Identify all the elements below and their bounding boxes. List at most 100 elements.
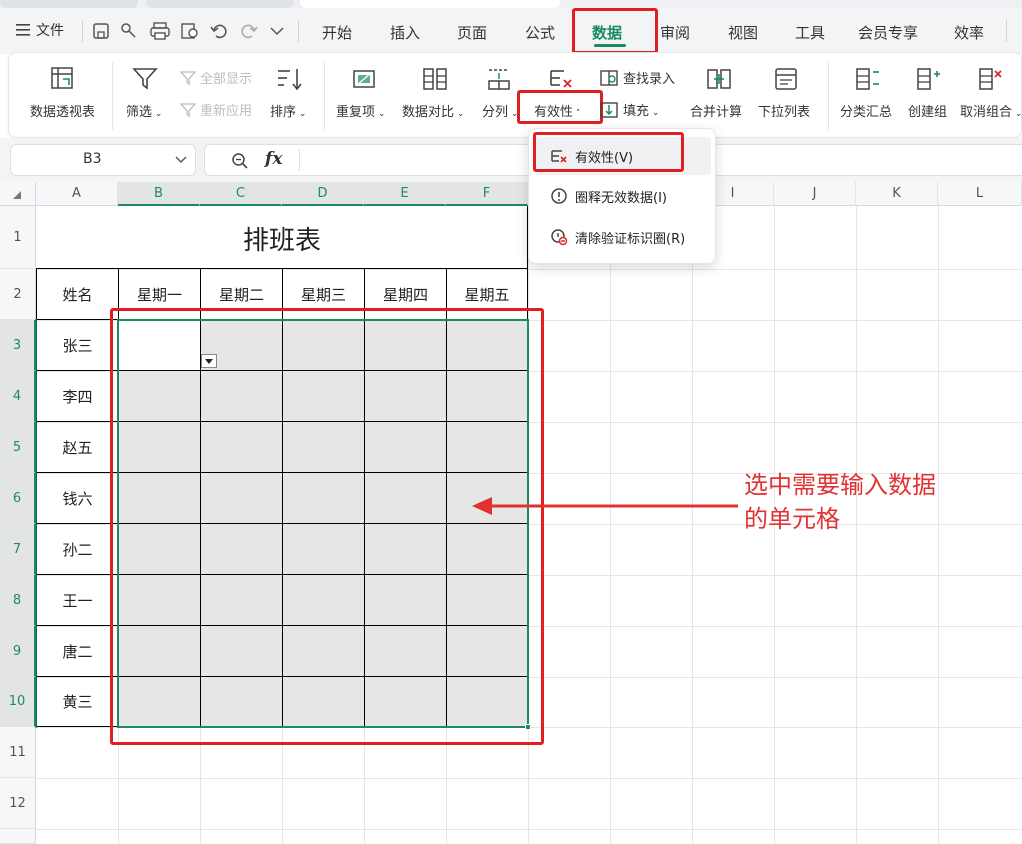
pivot-table-button[interactable]: 数据透视表: [28, 62, 100, 122]
sort-icon: [278, 69, 302, 91]
duplicates-label: 重复项 ⌄: [336, 105, 386, 120]
row-header[interactable]: 6: [0, 473, 36, 524]
filter-button[interactable]: 筛选 ⌄: [124, 62, 168, 122]
column-header-l[interactable]: L: [938, 182, 1022, 206]
ungroup-button[interactable]: 取消组合 ⌄: [960, 62, 1022, 122]
row-header[interactable]: 9: [0, 626, 36, 677]
compare-button[interactable]: 数据对比 ⌄: [402, 62, 472, 122]
cell-reference: B3: [83, 151, 102, 167]
name-cell[interactable]: 李四: [37, 372, 118, 421]
tab-home[interactable]: 开始: [322, 22, 352, 43]
row-header[interactable]: 4: [0, 371, 36, 422]
name-cell[interactable]: 黄三: [37, 677, 118, 726]
sort-label: 排序 ⌄: [270, 105, 307, 120]
funnel-refresh-icon: [180, 102, 196, 118]
row-header[interactable]: 11: [0, 727, 36, 778]
find-entry-button[interactable]: 查找录入: [600, 68, 675, 87]
name-box[interactable]: B3: [10, 144, 196, 176]
compare-icon: [423, 68, 447, 90]
fx-icon[interactable]: fx: [265, 149, 282, 169]
name-cell[interactable]: 王一: [37, 576, 118, 625]
consolidate-button[interactable]: 合并计算: [690, 62, 750, 122]
menu-item-circle-invalid[interactable]: 圈释无效数据(I): [535, 177, 711, 215]
grid-line: [36, 778, 1022, 779]
name-cell[interactable]: 张三: [37, 321, 118, 370]
row-header[interactable]: [0, 829, 36, 844]
name-cell[interactable]: 钱六: [37, 474, 118, 523]
row-header[interactable]: 12: [0, 778, 36, 829]
column-header-e[interactable]: E: [364, 182, 446, 206]
pivot-table-icon: [51, 67, 73, 89]
find-entry-icon: [600, 69, 618, 86]
chevron-down-icon[interactable]: [175, 156, 187, 164]
row-header[interactable]: 7: [0, 524, 36, 575]
tab-review[interactable]: 审阅: [660, 22, 690, 43]
column-header-c[interactable]: C: [200, 182, 282, 206]
row-header[interactable]: 5: [0, 422, 36, 473]
column-header-f[interactable]: F: [446, 182, 528, 206]
tab-formula[interactable]: 公式: [525, 22, 555, 43]
tab-member[interactable]: 会员专享: [858, 22, 918, 43]
divider: [1006, 20, 1007, 42]
split-label: 分列 ⌄: [482, 105, 519, 120]
window-tab[interactable]: [146, 0, 294, 8]
show-all-label: 全部显示: [200, 72, 253, 87]
fill-button[interactable]: 填充 ⌄: [600, 100, 659, 119]
column-header-b[interactable]: B: [118, 182, 200, 206]
save-icon[interactable]: [92, 22, 110, 40]
select-all-corner[interactable]: [0, 182, 36, 206]
tab-insert[interactable]: 插入: [390, 22, 420, 43]
row-header[interactable]: 8: [0, 575, 36, 626]
header-cell-name[interactable]: 姓名: [37, 270, 118, 319]
show-all-button[interactable]: 全部显示: [180, 68, 252, 87]
column-header-d[interactable]: D: [282, 182, 364, 206]
file-menu[interactable]: 文件: [16, 20, 64, 40]
clear-circle-icon: [549, 227, 569, 247]
tab-view[interactable]: 视图: [728, 22, 758, 43]
fill-down-icon: [600, 101, 618, 118]
chevron-down-icon[interactable]: [270, 26, 284, 36]
menu-item-clear-circles[interactable]: 清除验证标识圈(R): [535, 218, 711, 256]
tab-tools[interactable]: 工具: [795, 22, 825, 43]
grid-line: [36, 829, 1022, 830]
row-header[interactable]: 10: [0, 677, 36, 727]
print-icon[interactable]: [150, 22, 170, 40]
format-painter-icon[interactable]: [120, 22, 138, 40]
filter-label: 筛选 ⌄: [126, 105, 163, 120]
column-header-k[interactable]: K: [856, 182, 938, 206]
tab-page[interactable]: 页面: [457, 22, 487, 43]
window-tab-active[interactable]: [300, 0, 560, 8]
print-preview-icon[interactable]: [180, 22, 200, 40]
zoom-search-icon[interactable]: [231, 152, 249, 170]
consolidate-label: 合并计算: [690, 105, 743, 120]
row-header[interactable]: 1: [0, 206, 36, 269]
group-button[interactable]: 创建组: [906, 62, 952, 122]
reapply-button[interactable]: 重新应用: [180, 100, 252, 119]
name-cell[interactable]: 唐二: [37, 627, 118, 676]
grid-line: [938, 206, 939, 844]
consolidate-icon: [707, 69, 731, 89]
column-header-j[interactable]: J: [774, 182, 856, 206]
row-header[interactable]: 3: [0, 320, 36, 371]
name-cell[interactable]: 赵五: [37, 423, 118, 472]
dropdown-list-button[interactable]: 下拉列表: [756, 62, 816, 122]
divider: [299, 149, 300, 171]
split-button[interactable]: 分列 ⌄: [480, 62, 520, 122]
funnel-icon: [132, 68, 158, 90]
window-tab[interactable]: [0, 0, 138, 8]
duplicates-button[interactable]: 重复项 ⌄: [336, 62, 392, 122]
hamburger-icon: [16, 24, 30, 36]
row-header[interactable]: 2: [0, 269, 36, 320]
undo-icon[interactable]: [210, 22, 228, 40]
dropdown-list-icon: [775, 68, 797, 90]
grid-line: [692, 206, 693, 844]
redo-icon[interactable]: [240, 22, 258, 40]
name-cell[interactable]: 孙二: [37, 525, 118, 574]
divider: [112, 62, 113, 130]
file-menu-label: 文件: [36, 23, 64, 39]
column-header-a[interactable]: A: [36, 182, 118, 206]
sort-button[interactable]: 排序 ⌄: [270, 62, 314, 122]
tab-efficiency[interactable]: 效率: [954, 22, 984, 43]
subtotal-button[interactable]: 分类汇总: [840, 62, 896, 122]
highlight-box-validation: [517, 90, 603, 124]
